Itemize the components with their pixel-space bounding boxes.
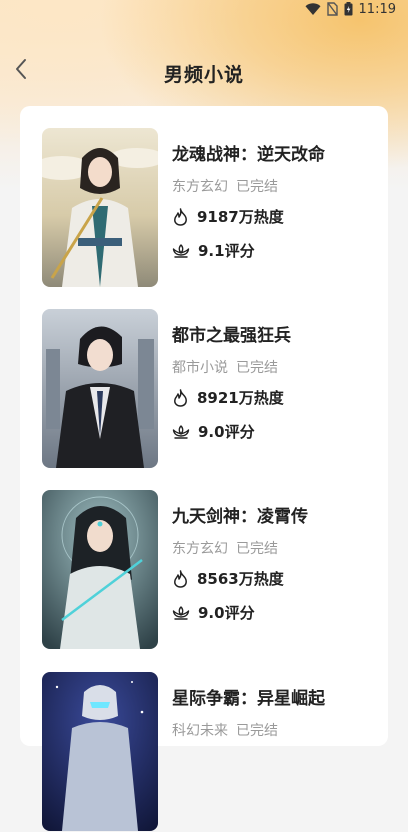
book-status: 已完结	[236, 179, 278, 195]
heat-value: 9187万热度	[197, 208, 284, 226]
book-title: 九天剑神：凌霄传	[172, 507, 308, 527]
book-list: 龙魂战神：逆天改命 东方玄幻 已完结 9187万热度 9.1评分 都市之最强狂兵…	[20, 106, 388, 831]
book-cover-image	[42, 128, 158, 287]
heat-stat: 8563万热度	[172, 568, 284, 589]
book-item[interactable]: 都市之最强狂兵 都市小说 已完结 8921万热度 9.0评分	[42, 309, 372, 469]
book-status: 已完结	[236, 541, 278, 557]
no-sim-icon	[326, 2, 338, 16]
score-value: 9.0评分	[198, 604, 255, 622]
book-meta: 都市小说 已完结	[172, 357, 278, 377]
lotus-icon	[172, 243, 190, 259]
page-title: 男频小说	[163, 64, 244, 86]
clock-time: 11:19	[358, 1, 396, 17]
book-category: 科幻未来	[172, 723, 228, 739]
book-item[interactable]: 龙魂战神：逆天改命 东方玄幻 已完结 9187万热度 9.1评分	[42, 128, 372, 288]
app-header: 男频小说	[0, 52, 408, 92]
book-cover-image	[42, 672, 158, 831]
heat-value: 8921万热度	[197, 389, 284, 407]
score-stat: 9.0评分	[172, 421, 255, 442]
heat-stat: 8921万热度	[172, 387, 284, 408]
book-meta: 东方玄幻 已完结	[172, 176, 278, 196]
book-status: 已完结	[236, 360, 278, 376]
wifi-icon	[305, 2, 321, 16]
battery-icon	[344, 2, 353, 16]
score-value: 9.1评分	[198, 242, 255, 260]
book-meta: 科幻未来 已完结	[172, 720, 278, 740]
score-stat: 9.0评分	[172, 602, 255, 623]
book-category: 东方玄幻	[172, 179, 228, 195]
heat-value: 8563万热度	[197, 570, 284, 588]
book-category: 东方玄幻	[172, 541, 228, 557]
book-cover-image	[42, 309, 158, 468]
book-item[interactable]: 九天剑神：凌霄传 东方玄幻 已完结 8563万热度 9.0评分	[42, 490, 372, 650]
score-value: 9.0评分	[198, 423, 255, 441]
lotus-icon	[172, 424, 190, 440]
book-title: 龙魂战神：逆天改命	[172, 145, 325, 165]
book-item[interactable]: 星际争霸：异星崛起 科幻未来 已完结	[42, 672, 372, 832]
heat-stat: 9187万热度	[172, 206, 284, 227]
score-stat: 9.1评分	[172, 240, 255, 261]
book-category: 都市小说	[172, 360, 228, 376]
lotus-icon	[172, 605, 190, 621]
flame-icon	[172, 569, 189, 588]
book-title: 星际争霸：异星崛起	[172, 689, 325, 709]
flame-icon	[172, 207, 189, 226]
book-status: 已完结	[236, 723, 278, 739]
book-cover-image	[42, 490, 158, 649]
status-bar: 11:19	[0, 0, 408, 18]
flame-icon	[172, 388, 189, 407]
book-title: 都市之最强狂兵	[172, 326, 291, 346]
book-meta: 东方玄幻 已完结	[172, 538, 278, 558]
